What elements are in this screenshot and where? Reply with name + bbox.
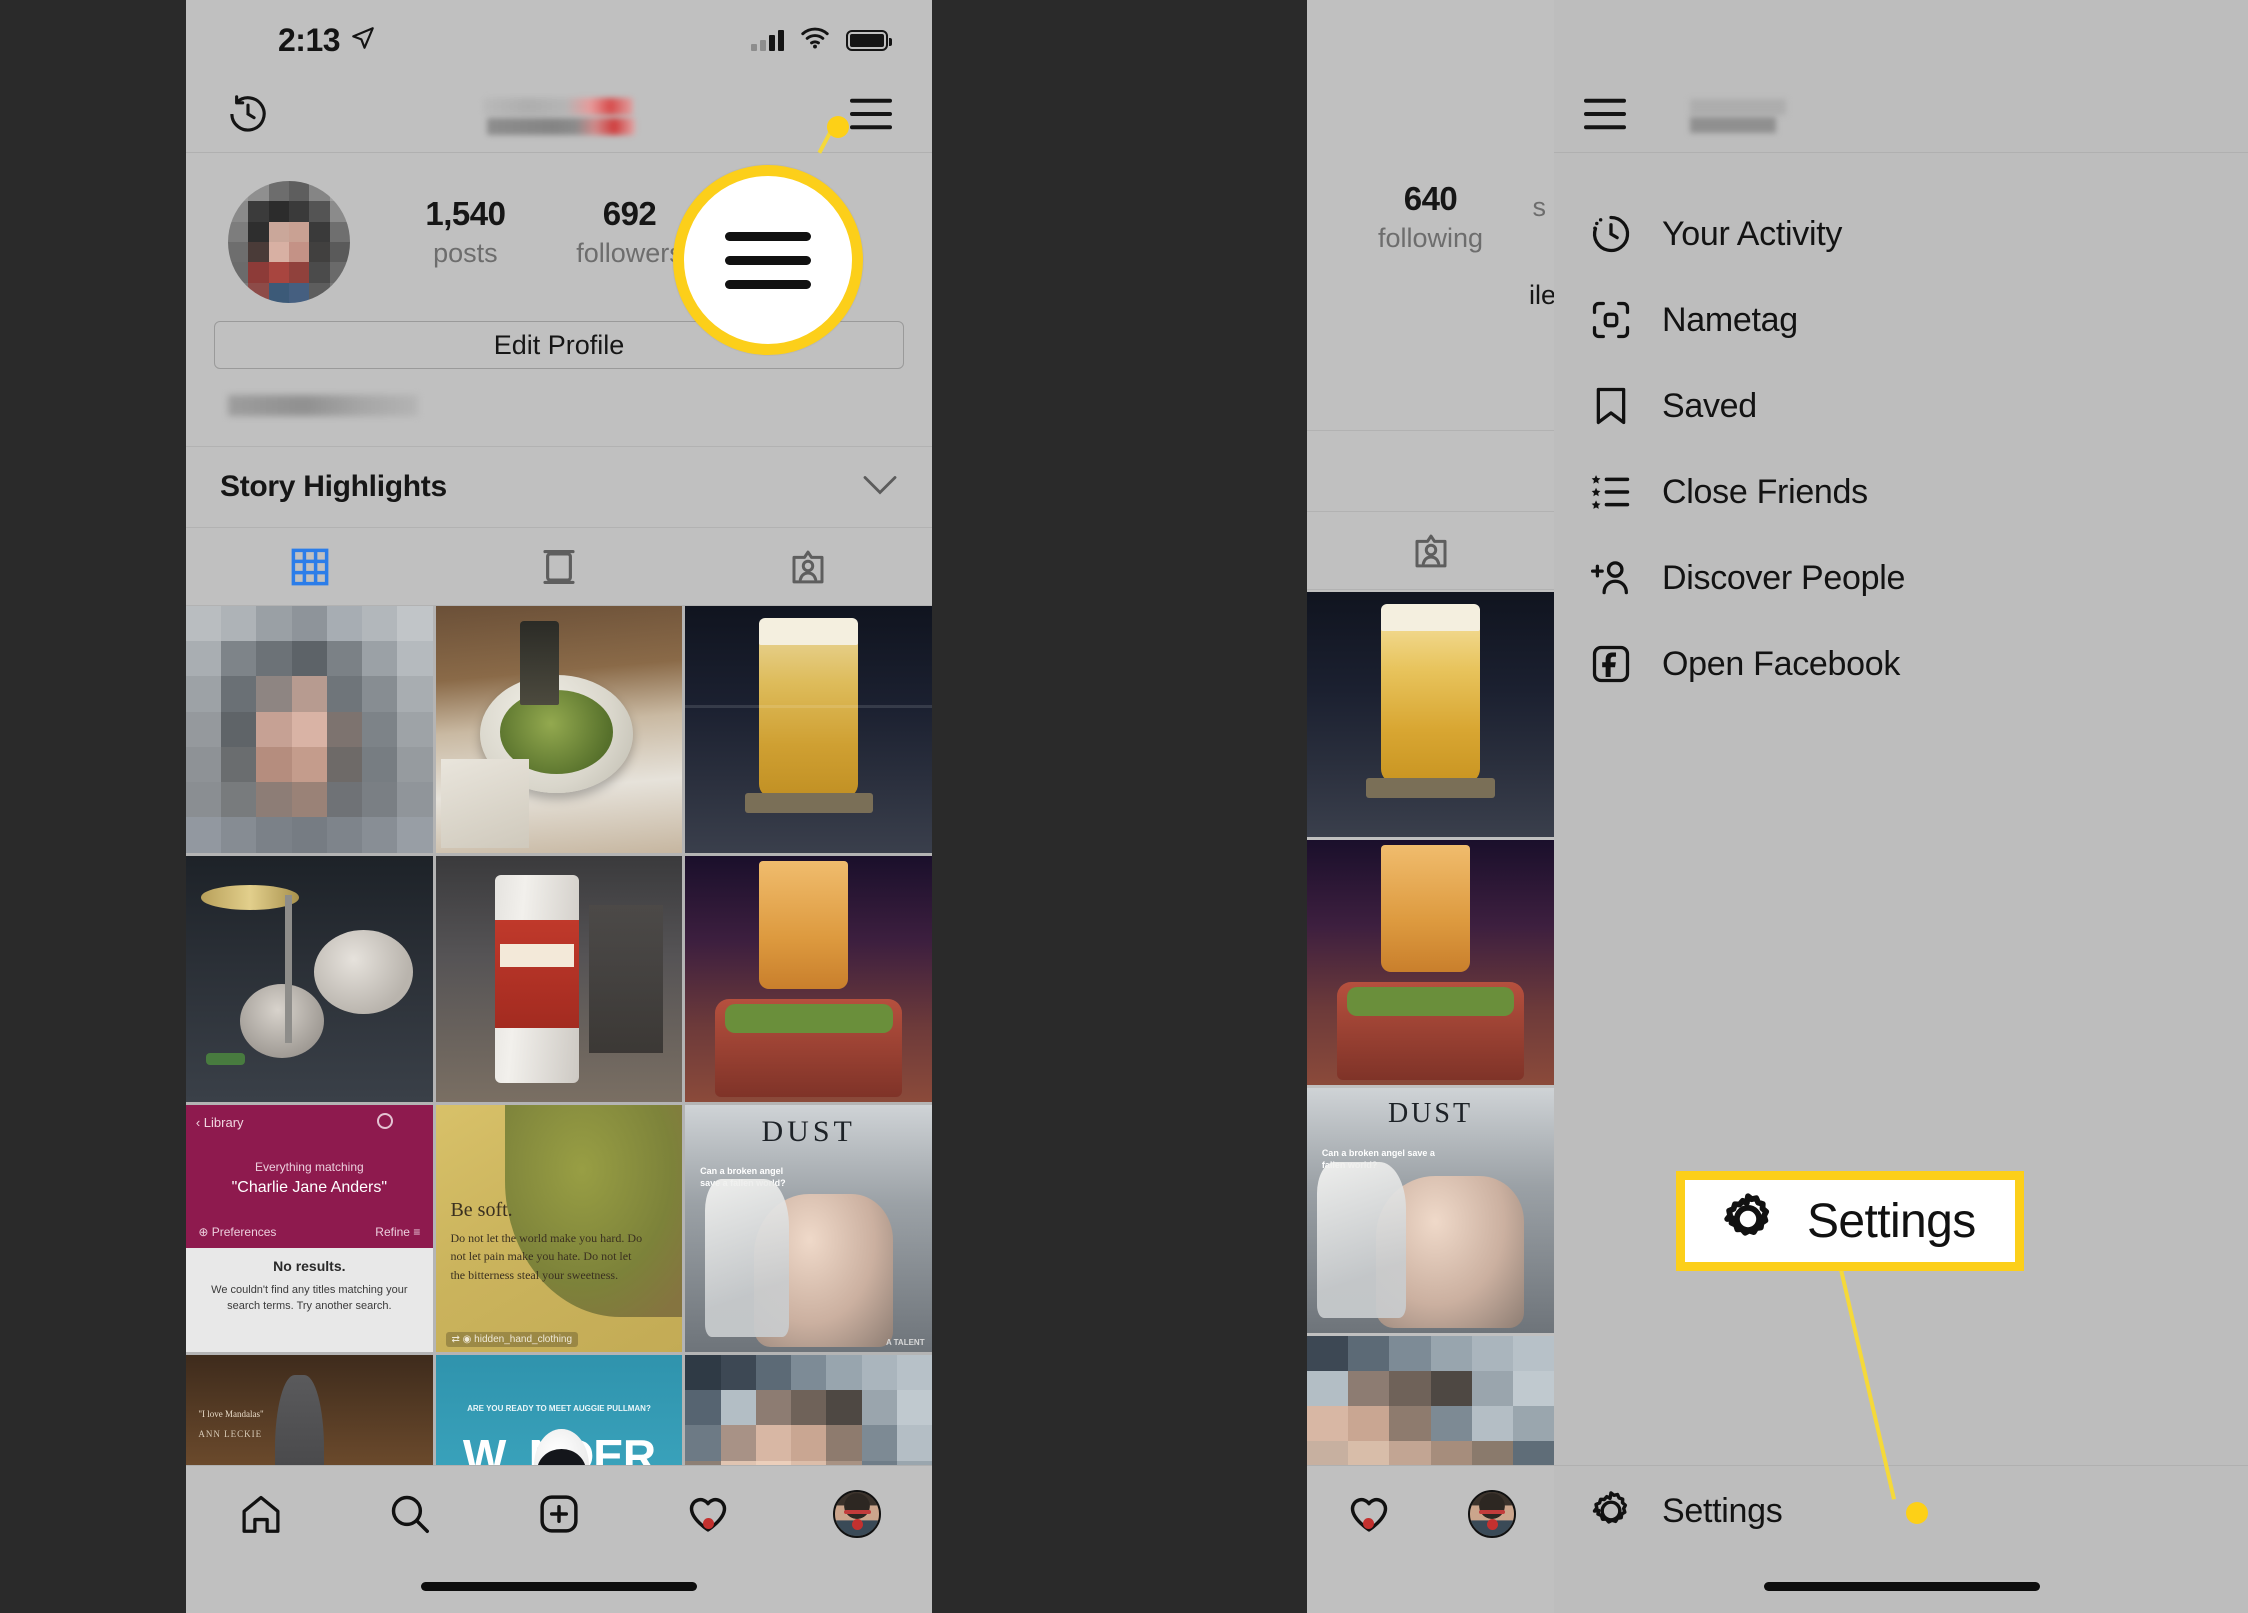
- username-redacted-left: [483, 97, 635, 135]
- settings-leader-nub: [1906, 1502, 1928, 1524]
- profile-nav-bar-left: [186, 80, 932, 153]
- menu-callout-nub: [827, 116, 849, 138]
- avatar[interactable]: [228, 181, 350, 303]
- grid-post[interactable]: DUST Can a broken angel save a fallen wo…: [685, 1105, 932, 1353]
- hamburger-menu-icon-right[interactable]: [1582, 95, 1628, 138]
- notification-dot: [702, 1518, 714, 1529]
- settings-callout-box: Settings: [1676, 1171, 2024, 1271]
- drawer-item-nametag[interactable]: Nametag: [1554, 277, 2248, 363]
- story-highlights-row[interactable]: Story Highlights: [186, 446, 932, 528]
- drawer-menu-list: Your Activity Nametag Saved Close Friend…: [1554, 153, 2248, 707]
- drawer-item-label: Close Friends: [1662, 472, 1868, 511]
- settings-callout-label: Settings: [1807, 1194, 1976, 1248]
- mid-stats-following[interactable]: 640 following: [1307, 180, 1554, 254]
- nav-activity-partial[interactable]: [1307, 1491, 1431, 1537]
- stat-label: posts: [433, 238, 498, 268]
- tab-tagged[interactable]: [683, 528, 932, 605]
- battery-full-icon: [846, 29, 892, 51]
- nav-profile-partial[interactable]: [1431, 1490, 1555, 1538]
- wifi-icon: [800, 27, 830, 54]
- grid-post[interactable]: [685, 855, 932, 1103]
- drawer-item-label: Settings: [1662, 1491, 1783, 1530]
- stat-followers[interactable]: 692 followers: [576, 195, 683, 269]
- status-bar-left: 2:13: [186, 0, 932, 80]
- activity-clock-icon: [1580, 211, 1642, 257]
- drawer-username-redacted: [1690, 99, 1786, 133]
- notification-dot: [1486, 1519, 1498, 1530]
- stat-label: followers: [576, 238, 683, 268]
- grid-post[interactable]: [186, 855, 433, 1103]
- hamburger-menu-icon-left[interactable]: [848, 95, 894, 138]
- stat-label: following: [1377, 223, 1484, 253]
- nav-create[interactable]: [484, 1491, 633, 1537]
- add-person-icon: [1580, 555, 1642, 601]
- status-time: 2:13: [278, 21, 341, 58]
- nametag-icon: [1580, 297, 1642, 343]
- drawer-nav-bar: [1554, 80, 2248, 153]
- notification-dot: [851, 1519, 863, 1530]
- drawer-footer: Settings: [1554, 1465, 2248, 1613]
- clock-history-icon[interactable]: [226, 92, 270, 141]
- tagged-person-icon: [1415, 534, 1446, 567]
- tab-grid[interactable]: [186, 528, 435, 605]
- nav-home[interactable]: [186, 1491, 335, 1537]
- location-arrow-icon: [350, 25, 376, 56]
- profile-username-redacted: [228, 395, 932, 416]
- menu-callout-circle: [673, 165, 863, 355]
- side-drawer-menu: Your Activity Nametag Saved Close Friend…: [1554, 0, 2248, 1613]
- nav-search[interactable]: [335, 1491, 484, 1537]
- drawer-item-label: Open Facebook: [1662, 644, 1901, 683]
- cellular-signal-icon: [751, 29, 784, 51]
- drawer-item-open-facebook[interactable]: Open Facebook: [1554, 621, 2248, 707]
- bookmark-icon: [1580, 383, 1642, 429]
- stat-posts[interactable]: 1,540 posts: [425, 195, 506, 269]
- drawer-item-label: Your Activity: [1662, 214, 1843, 253]
- grid-post[interactable]: [186, 606, 433, 853]
- grid-post[interactable]: [685, 606, 932, 853]
- partial-edit-profile-label: ile: [1528, 280, 1556, 310]
- stat-value: 692: [602, 195, 657, 232]
- drawer-item-saved[interactable]: Saved: [1554, 363, 2248, 449]
- drawer-item-your-activity[interactable]: Your Activity: [1554, 191, 2248, 277]
- home-indicator: [1763, 1582, 2040, 1591]
- gear-icon: [1719, 1190, 1777, 1253]
- gear-icon: [1580, 1488, 1642, 1534]
- profile-photo-grid-left: ‹ Library Everything matching "Charlie J…: [186, 606, 932, 1602]
- profile-tabs-left: [186, 528, 932, 606]
- drawer-item-label: Nametag: [1662, 300, 1798, 339]
- bottom-nav-left: [186, 1465, 932, 1613]
- stat-value: 640: [1403, 180, 1458, 217]
- drawer-item-label: Saved: [1662, 386, 1757, 425]
- grid-post[interactable]: ‹ Library Everything matching "Charlie J…: [186, 1105, 433, 1353]
- grid-post[interactable]: [435, 855, 683, 1103]
- drawer-item-label: Discover People: [1662, 558, 1906, 597]
- facebook-icon: [1580, 641, 1642, 687]
- screenshot-stage: 2:13 1,540 posts 692 followers Edit Prof…: [0, 0, 2248, 1613]
- hamburger-menu-icon: [725, 231, 811, 289]
- home-indicator: [421, 1582, 697, 1591]
- grid-post[interactable]: [435, 606, 683, 853]
- status-indicators: [751, 0, 892, 80]
- nav-activity[interactable]: [634, 1491, 783, 1537]
- drawer-item-settings[interactable]: Settings: [1554, 1466, 2248, 1556]
- grid-post[interactable]: Be soft. Do not let the world make you h…: [435, 1105, 683, 1353]
- drawer-item-discover-people[interactable]: Discover People: [1554, 535, 2248, 621]
- tab-feed-view[interactable]: [435, 528, 684, 605]
- stat-value: 1,540: [425, 195, 506, 232]
- chevron-down-icon[interactable]: [862, 474, 898, 501]
- story-highlights-label: Story Highlights: [220, 470, 447, 503]
- nav-profile[interactable]: [783, 1490, 932, 1538]
- drawer-item-close-friends[interactable]: Close Friends: [1554, 449, 2248, 535]
- close-friends-list-icon: [1580, 469, 1642, 515]
